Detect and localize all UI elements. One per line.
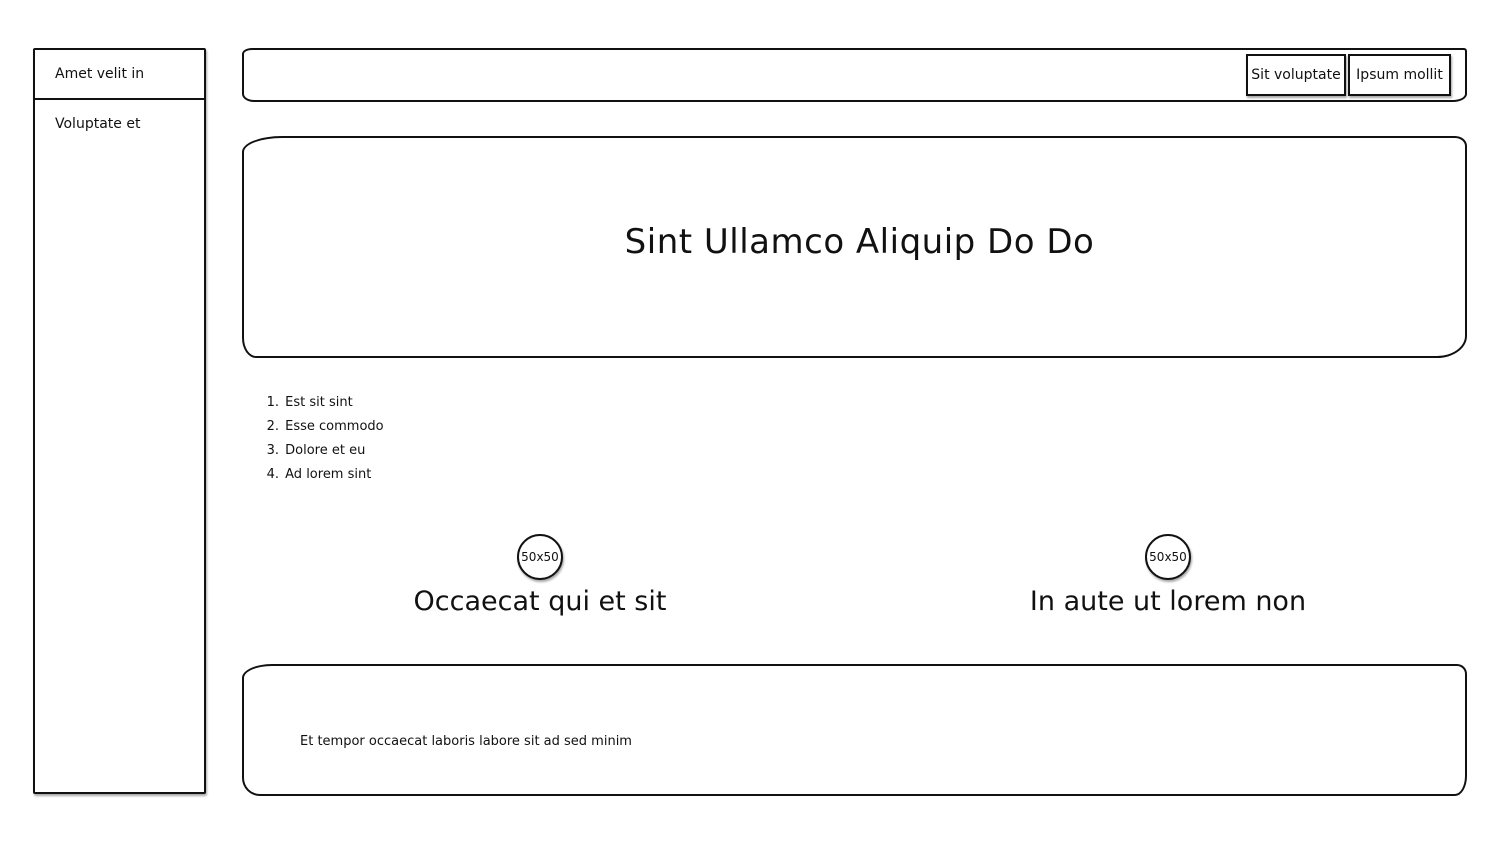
sidebar: Amet velit in Voluptate et	[33, 48, 206, 794]
list-item: 3. Dolore et eu	[263, 440, 384, 464]
list-item-number: 1.	[266, 395, 279, 410]
hero-title: Sint Ullamco Aliquip Do Do	[624, 222, 1095, 262]
image-placeholder-label: 50x50	[1149, 550, 1187, 564]
sidebar-item-voluptate-et[interactable]: Voluptate et	[35, 100, 204, 150]
footer-text: Et tempor occaecat laboris labore sit ad…	[300, 734, 632, 749]
list-item: 4. Ad lorem sint	[263, 464, 384, 488]
ordered-list: 1. Est sit sint 2. Esse commodo 3. Dolor…	[263, 392, 384, 488]
feature-title: In aute ut lorem non	[1029, 586, 1307, 617]
feature-occaecat: 50x50 Occaecat qui et sit	[340, 534, 740, 617]
image-placeholder: 50x50	[1145, 534, 1191, 580]
list-item: 1. Est sit sint	[263, 392, 384, 416]
button-label: Sit voluptate	[1251, 67, 1341, 83]
ipsum-mollit-button[interactable]: Ipsum mollit	[1348, 54, 1451, 96]
sidebar-item-label: Amet velit in	[55, 66, 145, 82]
list-item-number: 4.	[266, 467, 279, 482]
image-placeholder: 50x50	[517, 534, 563, 580]
feature-title: Occaecat qui et sit	[413, 586, 667, 617]
list-item-label: Est sit sint	[285, 395, 353, 410]
image-placeholder-label: 50x50	[521, 550, 559, 564]
list-item-number: 2.	[266, 419, 279, 434]
list-item: 2. Esse commodo	[263, 416, 384, 440]
sidebar-item-amet-velit-in[interactable]: Amet velit in	[35, 50, 204, 100]
list-item-label: Ad lorem sint	[285, 467, 372, 482]
list-item-number: 3.	[266, 443, 279, 458]
list-item-label: Esse commodo	[285, 419, 384, 434]
list-item-label: Dolore et eu	[285, 443, 366, 458]
sit-voluptate-button[interactable]: Sit voluptate	[1246, 54, 1346, 96]
button-label: Ipsum mollit	[1356, 67, 1443, 83]
feature-in-aute: 50x50 In aute ut lorem non	[968, 534, 1368, 617]
top-navigation-bar: Sit voluptate Ipsum mollit	[242, 48, 1467, 102]
footer: Et tempor occaecat laboris labore sit ad…	[242, 664, 1467, 796]
hero-banner: Sint Ullamco Aliquip Do Do	[242, 136, 1467, 358]
sidebar-item-label: Voluptate et	[55, 116, 141, 132]
